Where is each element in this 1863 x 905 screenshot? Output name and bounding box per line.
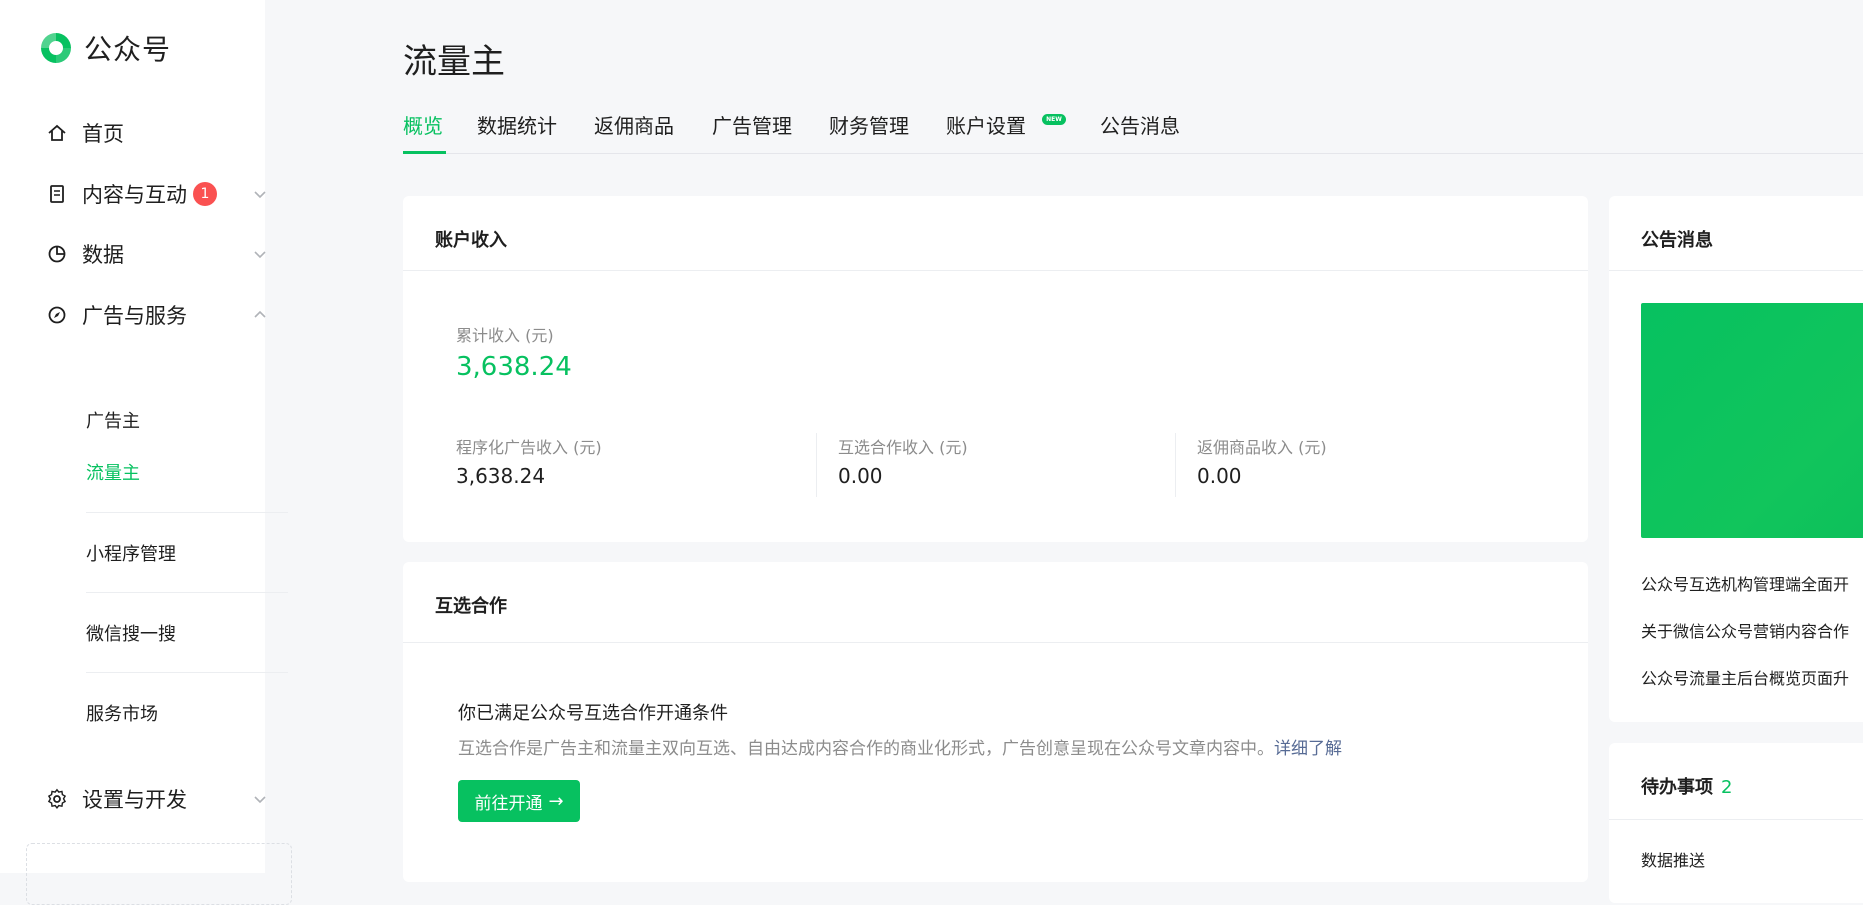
chevron-up-icon [254,310,266,318]
sidebar-sub-wechat-search[interactable]: 微信搜一搜 [86,620,176,646]
divider [86,672,288,673]
sidebar-item-label: 设置与开发 [82,788,187,812]
todo-count: 2 [1721,777,1733,798]
sidebar-sub-advertiser[interactable]: 广告主 [86,407,140,433]
sidebar-item-home[interactable]: 首页 [46,117,266,149]
sidebar-sub-service-market[interactable]: 服务市场 [86,700,158,726]
card-title: 公告消息 [1641,230,1713,251]
divider [1609,270,1863,271]
home-icon [46,122,68,144]
chevron-down-icon [254,251,266,259]
card-title: 账户收入 [435,230,507,251]
announcement-banner[interactable] [1641,303,1863,538]
divider [403,270,1588,271]
announcement-item[interactable]: 公众号互选机构管理端全面开 [1641,571,1849,595]
sidebar-sub-mini-program[interactable]: 小程序管理 [86,540,176,566]
divider [86,512,288,513]
divider [86,592,288,593]
sidebar-item-label: 数据 [82,243,124,267]
sidebar-item-label: 内容与互动 [82,183,187,207]
divider [403,642,1588,643]
income-item-label: 程序化广告收入 (元) [456,438,602,457]
sidebar-sub-traffic-owner[interactable]: 流量主 [86,459,140,485]
sidebar-item-ads-services[interactable]: 广告与服务 [46,299,266,331]
tab-overview[interactable]: 概览 [403,110,443,139]
divider [816,433,817,497]
tab-ad-management[interactable]: 广告管理 [712,110,792,139]
cooperation-description: 互选合作是广告主和流量主双向互选、自由达成内容合作的商业化形式，广告创意呈现在公… [458,734,1342,759]
todo-card: 待办事项 2 数据推送 [1609,743,1863,903]
sidebar-item-label: 广告与服务 [82,304,187,328]
description-text: 互选合作是广告主和流量主双向互选、自由达成内容合作的商业化形式，广告创意呈现在公… [458,739,1274,759]
sidebar-item-content[interactable]: 内容与互动 1 [46,178,266,210]
document-icon [46,183,68,205]
activate-button[interactable]: 前往开通 → [458,780,580,822]
sidebar-extra-panel[interactable] [26,843,292,905]
arrow-right-icon: → [548,790,564,812]
active-tab-indicator [403,151,446,154]
gear-icon [46,788,68,810]
income-card: 账户收入 累计收入 (元) 3,638.24 程序化广告收入 (元) 3,638… [403,196,1588,542]
sidebar-item-label: 首页 [82,122,124,146]
cooperation-heading: 你已满足公众号互选合作开通条件 [458,703,728,724]
sidebar: 公众号 首页 内容与互动 1 数据 广告与服务 广告主 流量主 小程序管理 微信… [0,0,292,905]
income-item-value: 3,638.24 [456,464,546,488]
divider [1175,433,1176,497]
income-item-value: 0.00 [838,464,883,488]
chevron-down-icon [254,796,266,804]
logo-icon [41,33,71,63]
card-title: 待办事项 2 [1641,773,1732,799]
new-tag: NEW [1042,114,1066,125]
pie-chart-icon [46,243,68,265]
tab-bar: 概览 数据统计 返佣商品 广告管理 财务管理 账户设置 NEW 公告消息 [403,110,1863,154]
announcement-item[interactable]: 关于微信公众号营销内容合作 [1641,618,1849,642]
cooperation-card: 互选合作 你已满足公众号互选合作开通条件 互选合作是广告主和流量主双向互选、自由… [403,562,1588,882]
tab-data-statistics[interactable]: 数据统计 [477,110,557,139]
tab-finance[interactable]: 财务管理 [829,110,909,139]
total-income-value: 3,638.24 [456,352,572,382]
tab-account-settings[interactable]: 账户设置 [946,110,1026,139]
learn-more-link[interactable]: 详细了解 [1274,739,1342,759]
card-title: 互选合作 [435,596,507,617]
divider [1609,819,1863,820]
chevron-down-icon [254,191,266,199]
notification-badge: 1 [193,182,217,206]
income-item-label: 返佣商品收入 (元) [1197,438,1327,457]
todo-title: 待办事项 [1641,777,1713,798]
brand-name: 公众号 [84,33,172,66]
button-label: 前往开通 [474,793,543,814]
tab-commission-goods[interactable]: 返佣商品 [594,110,674,139]
todo-item[interactable]: 数据推送 [1641,847,1705,871]
total-income-label: 累计收入 (元) [456,326,554,345]
announcement-item[interactable]: 公众号流量主后台概览页面升 [1641,665,1849,689]
compass-icon [46,304,68,326]
income-item-value: 0.00 [1197,464,1242,488]
sidebar-item-settings[interactable]: 设置与开发 [46,783,266,815]
tab-announcements[interactable]: 公告消息 [1100,110,1180,139]
announcements-card: 公告消息 公众号互选机构管理端全面开 关于微信公众号营销内容合作 公众号流量主后… [1609,196,1863,722]
logo[interactable]: 公众号 [38,28,171,68]
page-title: 流量主 [403,42,505,82]
sidebar-item-data[interactable]: 数据 [46,238,266,270]
income-item-label: 互选合作收入 (元) [838,438,968,457]
